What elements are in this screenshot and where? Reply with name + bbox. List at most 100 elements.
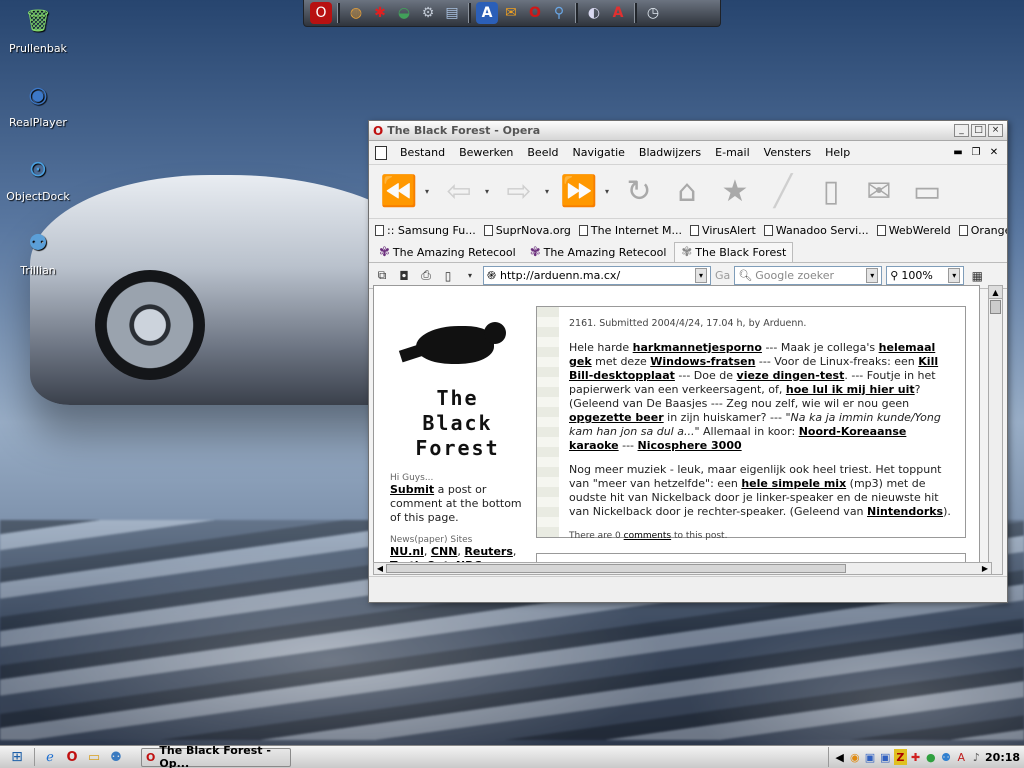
scroll-up-icon[interactable]: ▲ — [989, 286, 1002, 299]
opera-icon[interactable]: O — [63, 748, 81, 766]
cd-dock-icon[interactable]: ◐ — [583, 2, 605, 24]
post-link[interactable]: hele simpele mix — [741, 477, 846, 490]
bookmark-item[interactable]: :: Samsung Fu... — [375, 224, 476, 237]
post-link[interactable]: Nintendorks — [867, 505, 943, 518]
settings-dock-icon[interactable]: ⚙ — [417, 2, 439, 24]
network-icon-2[interactable]: ▣ — [879, 749, 892, 765]
toolbar-dropdown-icon[interactable]: ▾ — [461, 267, 479, 285]
comments-link[interactable]: comments — [624, 531, 671, 541]
desktop-icon-objectdock[interactable]: ⊙ ObjectDock — [0, 152, 76, 204]
vertical-scrollbar[interactable]: ▲ — [988, 285, 1003, 575]
post-link[interactable]: vieze dingen-test — [737, 369, 845, 382]
opera-dock-icon-2[interactable]: O — [524, 2, 546, 24]
tray-green-icon[interactable]: ● — [924, 749, 937, 765]
page-restore-button[interactable]: ❐ — [969, 147, 983, 159]
trillian-dock-icon[interactable]: ⚲ — [548, 2, 570, 24]
messenger-icon[interactable]: ⚉ — [939, 749, 952, 765]
menu-help[interactable]: Help — [818, 146, 857, 159]
page-minimize-button[interactable]: ▬ — [951, 147, 965, 159]
mail-dock-icon[interactable]: ✉ — [500, 2, 522, 24]
folder-icon[interactable]: ▭ — [905, 170, 949, 214]
mail-icon[interactable]: ✉ — [857, 170, 901, 214]
tab-amazing-retecool-2[interactable]: ✾ The Amazing Retecool — [524, 242, 673, 262]
horizontal-scrollbar[interactable]: ◀ ▶ — [373, 562, 992, 575]
opera-dock-icon[interactable]: O — [310, 2, 332, 24]
tab-black-forest[interactable]: ✾ The Black Forest — [674, 242, 794, 262]
fast-forward-icon[interactable]: ⏩ — [557, 170, 601, 214]
desktop-icon-realplayer[interactable]: ◉ RealPlayer — [0, 78, 76, 130]
menu-beeld[interactable]: Beeld — [520, 146, 565, 159]
submit-link[interactable]: Submit — [390, 483, 434, 496]
post-link[interactable]: opgezette beer — [569, 411, 664, 424]
post-link[interactable]: Nicosphere 3000 — [638, 439, 742, 452]
forward-icon[interactable]: ⇨ — [497, 170, 541, 214]
menu-navigatie[interactable]: Navigatie — [566, 146, 632, 159]
new-window-icon[interactable]: ⧉ — [373, 267, 391, 285]
bookmark-item[interactable]: SuprNova.org — [483, 224, 571, 237]
font-dock-icon[interactable]: A — [476, 2, 498, 24]
scroll-right-icon[interactable]: ▶ — [979, 563, 991, 574]
bookmark-item[interactable]: VirusAlert — [690, 224, 756, 237]
back-dropdown[interactable]: ▾ — [485, 187, 493, 196]
reload-icon[interactable]: ↻ — [617, 170, 661, 214]
camera-icon[interactable]: ◘ — [395, 267, 413, 285]
page-icon[interactable]: ▯ — [439, 267, 457, 285]
acrobat-tray-icon[interactable]: A — [955, 749, 968, 765]
news-link[interactable]: Reuters — [464, 545, 512, 558]
bookmark-item[interactable]: The Internet M... — [578, 224, 682, 237]
bookmark-item[interactable]: Wanadoo Servi... — [763, 224, 869, 237]
star-dock-icon[interactable]: ✱ — [369, 2, 391, 24]
menu-bestand[interactable]: Bestand — [393, 146, 452, 159]
menu-bewerken[interactable]: Bewerken — [452, 146, 520, 159]
close-button[interactable]: × — [988, 124, 1003, 137]
post-link[interactable]: harkmannetjesporno — [633, 341, 762, 354]
forward-dropdown[interactable]: ▾ — [545, 187, 553, 196]
bookmark-star-icon[interactable]: ★ — [713, 170, 757, 214]
back-icon[interactable]: ⇦ — [437, 170, 481, 214]
rewind-dropdown[interactable]: ▾ — [425, 187, 433, 196]
acrobat-dock-icon[interactable]: A — [607, 2, 629, 24]
tab-amazing-retecool-1[interactable]: ✾ The Amazing Retecool — [373, 242, 522, 262]
antivirus-icon[interactable]: ✚ — [909, 749, 922, 765]
news-link[interactable]: NU.nl — [390, 545, 424, 558]
scroll-left-icon[interactable]: ◀ — [374, 563, 386, 574]
network-icon[interactable]: ▣ — [863, 749, 876, 765]
window-dock-icon[interactable]: ▤ — [441, 2, 463, 24]
zoom-dropdown[interactable]: ▾ — [948, 268, 961, 283]
address-field[interactable]: ֍ http://arduenn.ma.cx/ ▾ — [483, 266, 711, 285]
page-close-button[interactable]: ✕ — [987, 147, 1001, 159]
folder-icon[interactable]: ▭ — [85, 748, 103, 766]
post-link[interactable]: hoe lul ik mij hier uit — [786, 383, 915, 396]
tray-arrow-icon[interactable]: ◀ — [833, 749, 846, 765]
clock-dock-icon[interactable]: ◷ — [642, 2, 664, 24]
menu-bladwijzers[interactable]: Bladwijzers — [632, 146, 708, 159]
fast-forward-dropdown[interactable]: ▾ — [605, 187, 613, 196]
search-dropdown[interactable]: ▾ — [866, 268, 879, 283]
minimize-button[interactable]: _ — [954, 124, 969, 137]
scroll-thumb[interactable] — [386, 564, 846, 573]
title-bar[interactable]: O The Black Forest - Opera _ □ × — [369, 121, 1007, 141]
maximize-button[interactable]: □ — [971, 124, 986, 137]
colorwheel-dock-icon[interactable]: ◍ — [345, 2, 367, 24]
go-button[interactable]: Ga — [715, 269, 730, 282]
news-link[interactable]: CNN — [431, 545, 458, 558]
tray-app-icon[interactable]: ◉ — [848, 749, 861, 765]
globe-dock-icon[interactable]: ◒ — [393, 2, 415, 24]
menu-email[interactable]: E-mail — [708, 146, 757, 159]
internet-explorer-icon[interactable]: ℯ — [41, 748, 59, 766]
edit-pen-icon[interactable]: ╱ — [761, 170, 805, 214]
trillian-icon[interactable]: ⚉ — [107, 748, 125, 766]
search-field[interactable]: 🔍︎ Google zoeker ▾ — [734, 266, 883, 285]
volume-icon[interactable]: ♪ — [970, 749, 983, 765]
address-dropdown[interactable]: ▾ — [695, 268, 707, 283]
menu-vensters[interactable]: Vensters — [757, 146, 818, 159]
start-button[interactable]: ⊞ — [0, 747, 34, 768]
zonealarm-icon[interactable]: Z — [893, 749, 908, 765]
taskbar-button-opera[interactable]: O The Black Forest - Op... — [141, 744, 291, 768]
post-link[interactable]: Windows-fratsen — [650, 355, 755, 368]
desktop-icon-trillian[interactable]: ⚉ Trillian — [0, 226, 76, 278]
desktop-icon-recycle-bin[interactable]: 🗑 Prullenbak — [0, 4, 76, 56]
bookmark-item[interactable]: WebWereld — [876, 224, 951, 237]
scroll-thumb[interactable] — [990, 300, 1001, 314]
print-icon[interactable]: ⎙ — [417, 267, 435, 285]
